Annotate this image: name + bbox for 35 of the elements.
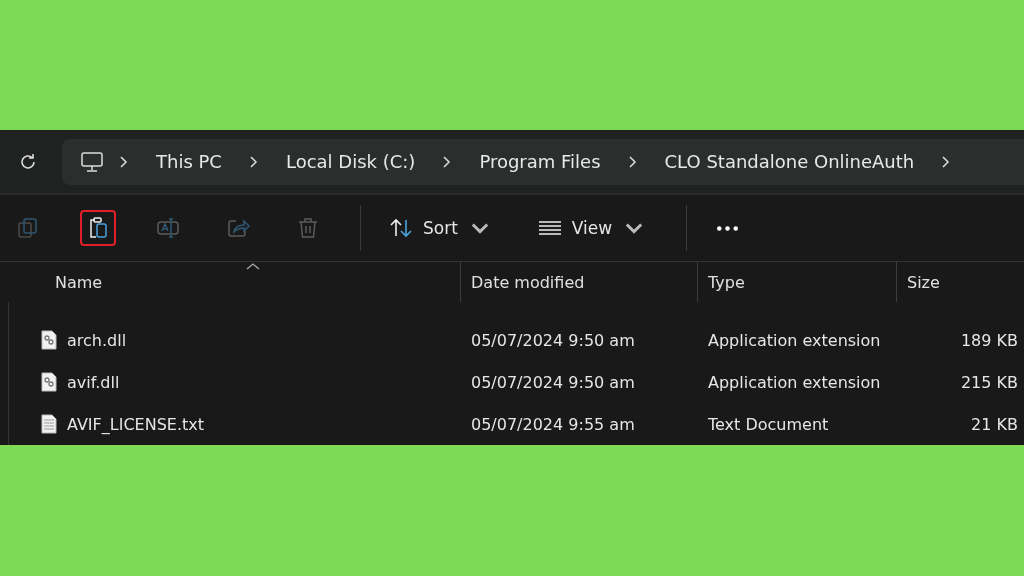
view-button[interactable]: View (531, 210, 653, 246)
text-file-icon (41, 414, 57, 434)
size-cell-text: 215 KB (959, 372, 1019, 392)
column-header[interactable]: Type (697, 262, 896, 302)
file-name[interactable]: avif.dll (67, 372, 120, 392)
breadcrumb-item[interactable]: CLO Standalone OnlineAuth (652, 151, 927, 172)
file-name[interactable]: arch.dll (67, 330, 127, 350)
rename-icon (156, 216, 180, 240)
copy-icon (16, 216, 40, 240)
monitor-icon (80, 150, 104, 173)
breadcrumb-item[interactable]: Local Disk (C:) (273, 151, 428, 172)
file-name[interactable]: AVIF_LICENSE.txt (67, 414, 205, 434)
trash-icon (296, 216, 320, 240)
column-header[interactable]: Size (896, 262, 1024, 302)
column-header[interactable]: Date modified (460, 262, 697, 302)
date-cell-text: 05/07/2024 9:50 am (470, 372, 636, 392)
type-cell-text: Application extension (707, 330, 882, 350)
settings-file-icon (41, 372, 57, 392)
sort-icon (389, 216, 413, 240)
breadcrumb-item[interactable]: Program Files (467, 151, 613, 172)
breadcrumb-item[interactable]: This PC (144, 151, 234, 172)
more-icon (716, 225, 738, 231)
column-header[interactable]: Name (0, 262, 460, 302)
paste-button[interactable] (80, 210, 116, 246)
size-cell-text: 21 KB (970, 414, 1019, 434)
address-bar[interactable]: This PC Local Disk (C:) Program Files CLO Standalone OnlineAuth (62, 138, 1024, 185)
sort-button[interactable]: Sort (383, 210, 498, 246)
settings-file-icon (41, 330, 57, 350)
size-cell-text: 189 KB (959, 330, 1019, 350)
refresh-icon[interactable] (18, 151, 38, 172)
share-icon (226, 216, 250, 240)
type-cell-text: Text Document (707, 414, 830, 434)
date-cell-text: 05/07/2024 9:50 am (470, 330, 636, 350)
date-cell-text: 05/07/2024 9:55 am (470, 414, 636, 434)
type-cell-text: Application extension (707, 372, 882, 392)
